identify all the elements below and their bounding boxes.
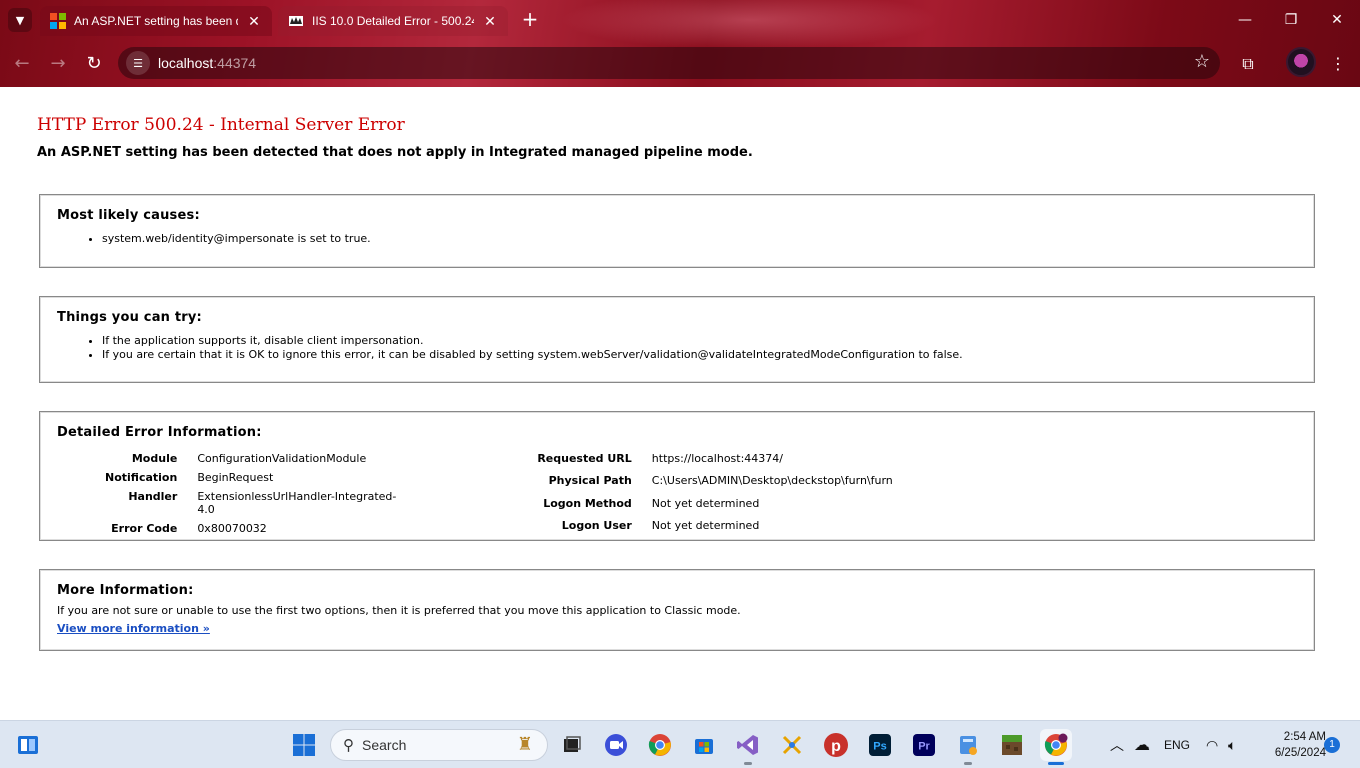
language-indicator[interactable]: ENG [1164, 721, 1190, 768]
close-window-button[interactable]: ✕ [1314, 8, 1360, 32]
detail-value: ConfigurationValidationModule [197, 452, 367, 465]
page-content: HTTP Error 500.24 - Internal Server Erro… [0, 87, 1360, 720]
try-list: If the application supports it, disable … [57, 334, 1297, 362]
detail-key: Handler [128, 490, 178, 503]
extensions-icon[interactable]: ⧉ [1234, 50, 1262, 78]
volume-icon[interactable]: 🔈︎ [1228, 721, 1236, 768]
profile-avatar[interactable] [1286, 47, 1316, 77]
chevron-down-icon: ▼ [15, 13, 25, 27]
details-right-column: Requested URL https://localhost:44374/ Ph… [537, 452, 892, 535]
list-item: system.web/identity@impersonate is set t… [102, 232, 1297, 246]
tab-aspnet[interactable]: An ASP.NET setting has been detected ✕ [40, 6, 272, 36]
cloud-app-icon[interactable] [952, 729, 984, 765]
detail-key: Notification [105, 471, 178, 484]
premiere-icon[interactable]: Pr [908, 729, 940, 761]
microsoft-logo-icon [50, 13, 66, 29]
detail-value: https://localhost:44374/ [651, 452, 784, 465]
details-box: Detailed Error Information: Module Config… [39, 411, 1315, 541]
notification-badge[interactable]: 1 [1324, 737, 1340, 753]
error-title: HTTP Error 500.24 - Internal Server Erro… [37, 115, 405, 135]
detail-key: Logon Method [543, 496, 632, 510]
detail-key: Error Code [111, 522, 178, 535]
visual-studio-icon[interactable] [732, 729, 764, 765]
postman-icon[interactable]: p [820, 729, 852, 761]
search-icon: ⚲ [343, 737, 354, 754]
detail-key: Logon User [561, 518, 632, 532]
photoshop-icon[interactable]: Ps [864, 729, 896, 761]
tab-iis-error[interactable]: IIS 10.0 Detailed Error - 500.24 - Inter… [278, 6, 508, 36]
details-table: Module ConfigurationValidationModule Noti… [57, 452, 1297, 535]
clock-date: 6/25/2024 [1274, 747, 1326, 759]
sandbox-app-icon[interactable] [776, 729, 808, 761]
more-menu-icon[interactable]: ⋮ [1324, 50, 1352, 78]
detail-key: Requested URL [537, 452, 632, 465]
address-bar[interactable]: ☰ localhost:44374 ☆ [118, 47, 1220, 79]
details-heading: Detailed Error Information: [57, 425, 262, 440]
list-item: If the application supports it, disable … [102, 334, 1297, 348]
list-item: If you are certain that it is OK to igno… [102, 348, 1297, 362]
svg-text:p: p [831, 738, 841, 755]
browser-chrome: ▼ An ASP.NET setting has been detected ✕… [0, 0, 1360, 87]
url-text[interactable]: localhost:44374 [158, 55, 256, 71]
detail-value: BeginRequest [197, 471, 274, 484]
onedrive-icon[interactable]: ☁ [1134, 721, 1150, 768]
widgets-icon[interactable] [12, 729, 44, 761]
svg-text:Ps: Ps [873, 741, 886, 753]
new-tab-button[interactable]: + [518, 8, 542, 32]
site-info-icon[interactable]: ☰ [126, 51, 150, 75]
detail-value: Not yet determined [651, 518, 760, 532]
close-tab-icon[interactable]: ✕ [482, 13, 498, 30]
causes-heading: Most likely causes: [57, 208, 200, 223]
detail-key: Physical Path [548, 474, 632, 488]
reload-button[interactable]: ↻ [80, 50, 108, 78]
view-more-information-link[interactable]: View more information » [57, 622, 210, 635]
chevron-up-icon: ︿ [1110, 737, 1124, 753]
detail-value: C:\Users\ADMIN\Desktop\deckstop\furn\fur… [651, 474, 893, 488]
search-placeholder: Search [362, 737, 407, 753]
taskbar: ⚲ Search ♜ p Ps Pr ︿ ☁ ENG ◠ 🔈︎ 2:54 AM … [0, 720, 1360, 768]
microsoft-store-icon[interactable] [688, 729, 720, 761]
detail-key: Module [131, 452, 178, 465]
system-clock[interactable]: 2:54 AM 6/25/2024 [1256, 729, 1326, 761]
detail-value: ExtensionlessUrlHandler-Integrated-4.0 [197, 490, 397, 516]
iis-favicon-icon [288, 13, 304, 29]
more-info-text: If you are not sure or unable to use the… [57, 604, 741, 617]
browser-toolbar: ← → ↻ ☰ localhost:44374 ☆ ⧉ ⋮ [0, 40, 1360, 87]
causes-list: system.web/identity@impersonate is set t… [57, 232, 1297, 246]
more-info-heading: More Information: [57, 583, 194, 598]
task-view-icon[interactable] [556, 729, 588, 761]
zoom-icon[interactable] [600, 729, 632, 761]
detail-value: Not yet determined [651, 496, 760, 510]
taskbar-search-input[interactable]: ⚲ Search ♜ [330, 729, 548, 761]
bookmark-star-icon[interactable]: ☆ [1194, 51, 1210, 72]
detail-value: 0x80070032 [197, 522, 267, 535]
tab-title: An ASP.NET setting has been detected [74, 14, 238, 28]
back-button[interactable]: ← [8, 50, 36, 78]
tab-title: IIS 10.0 Detailed Error - 500.24 - Inter… [312, 14, 474, 28]
search-highlight-icon: ♜ [516, 734, 533, 754]
start-button[interactable] [288, 729, 320, 761]
details-left-column: Module ConfigurationValidationModule Noti… [105, 452, 397, 535]
svg-text:Pr: Pr [918, 741, 930, 753]
more-info-box: More Information: If you are not sure or… [39, 569, 1315, 651]
close-tab-icon[interactable]: ✕ [246, 13, 262, 30]
wifi-icon[interactable]: ◠ [1206, 721, 1218, 768]
show-hidden-icons-button[interactable]: ︿ [1110, 721, 1124, 768]
error-subtitle: An ASP.NET setting has been detected tha… [37, 145, 753, 160]
restore-button[interactable]: ❐ [1268, 8, 1314, 32]
minecraft-icon[interactable] [996, 729, 1028, 761]
minimize-button[interactable]: — [1222, 8, 1268, 32]
forward-button[interactable]: → [44, 50, 72, 78]
causes-box: Most likely causes: system.web/identity@… [39, 194, 1315, 268]
chrome-profile-icon[interactable] [1040, 729, 1072, 765]
chrome-icon[interactable] [644, 729, 676, 761]
try-heading: Things you can try: [57, 310, 202, 325]
try-box: Things you can try: If the application s… [39, 296, 1315, 383]
clock-time: 2:54 AM [1283, 731, 1326, 743]
tab-search-button[interactable]: ▼ [8, 8, 32, 32]
tab-strip: ▼ An ASP.NET setting has been detected ✕… [0, 0, 1360, 40]
